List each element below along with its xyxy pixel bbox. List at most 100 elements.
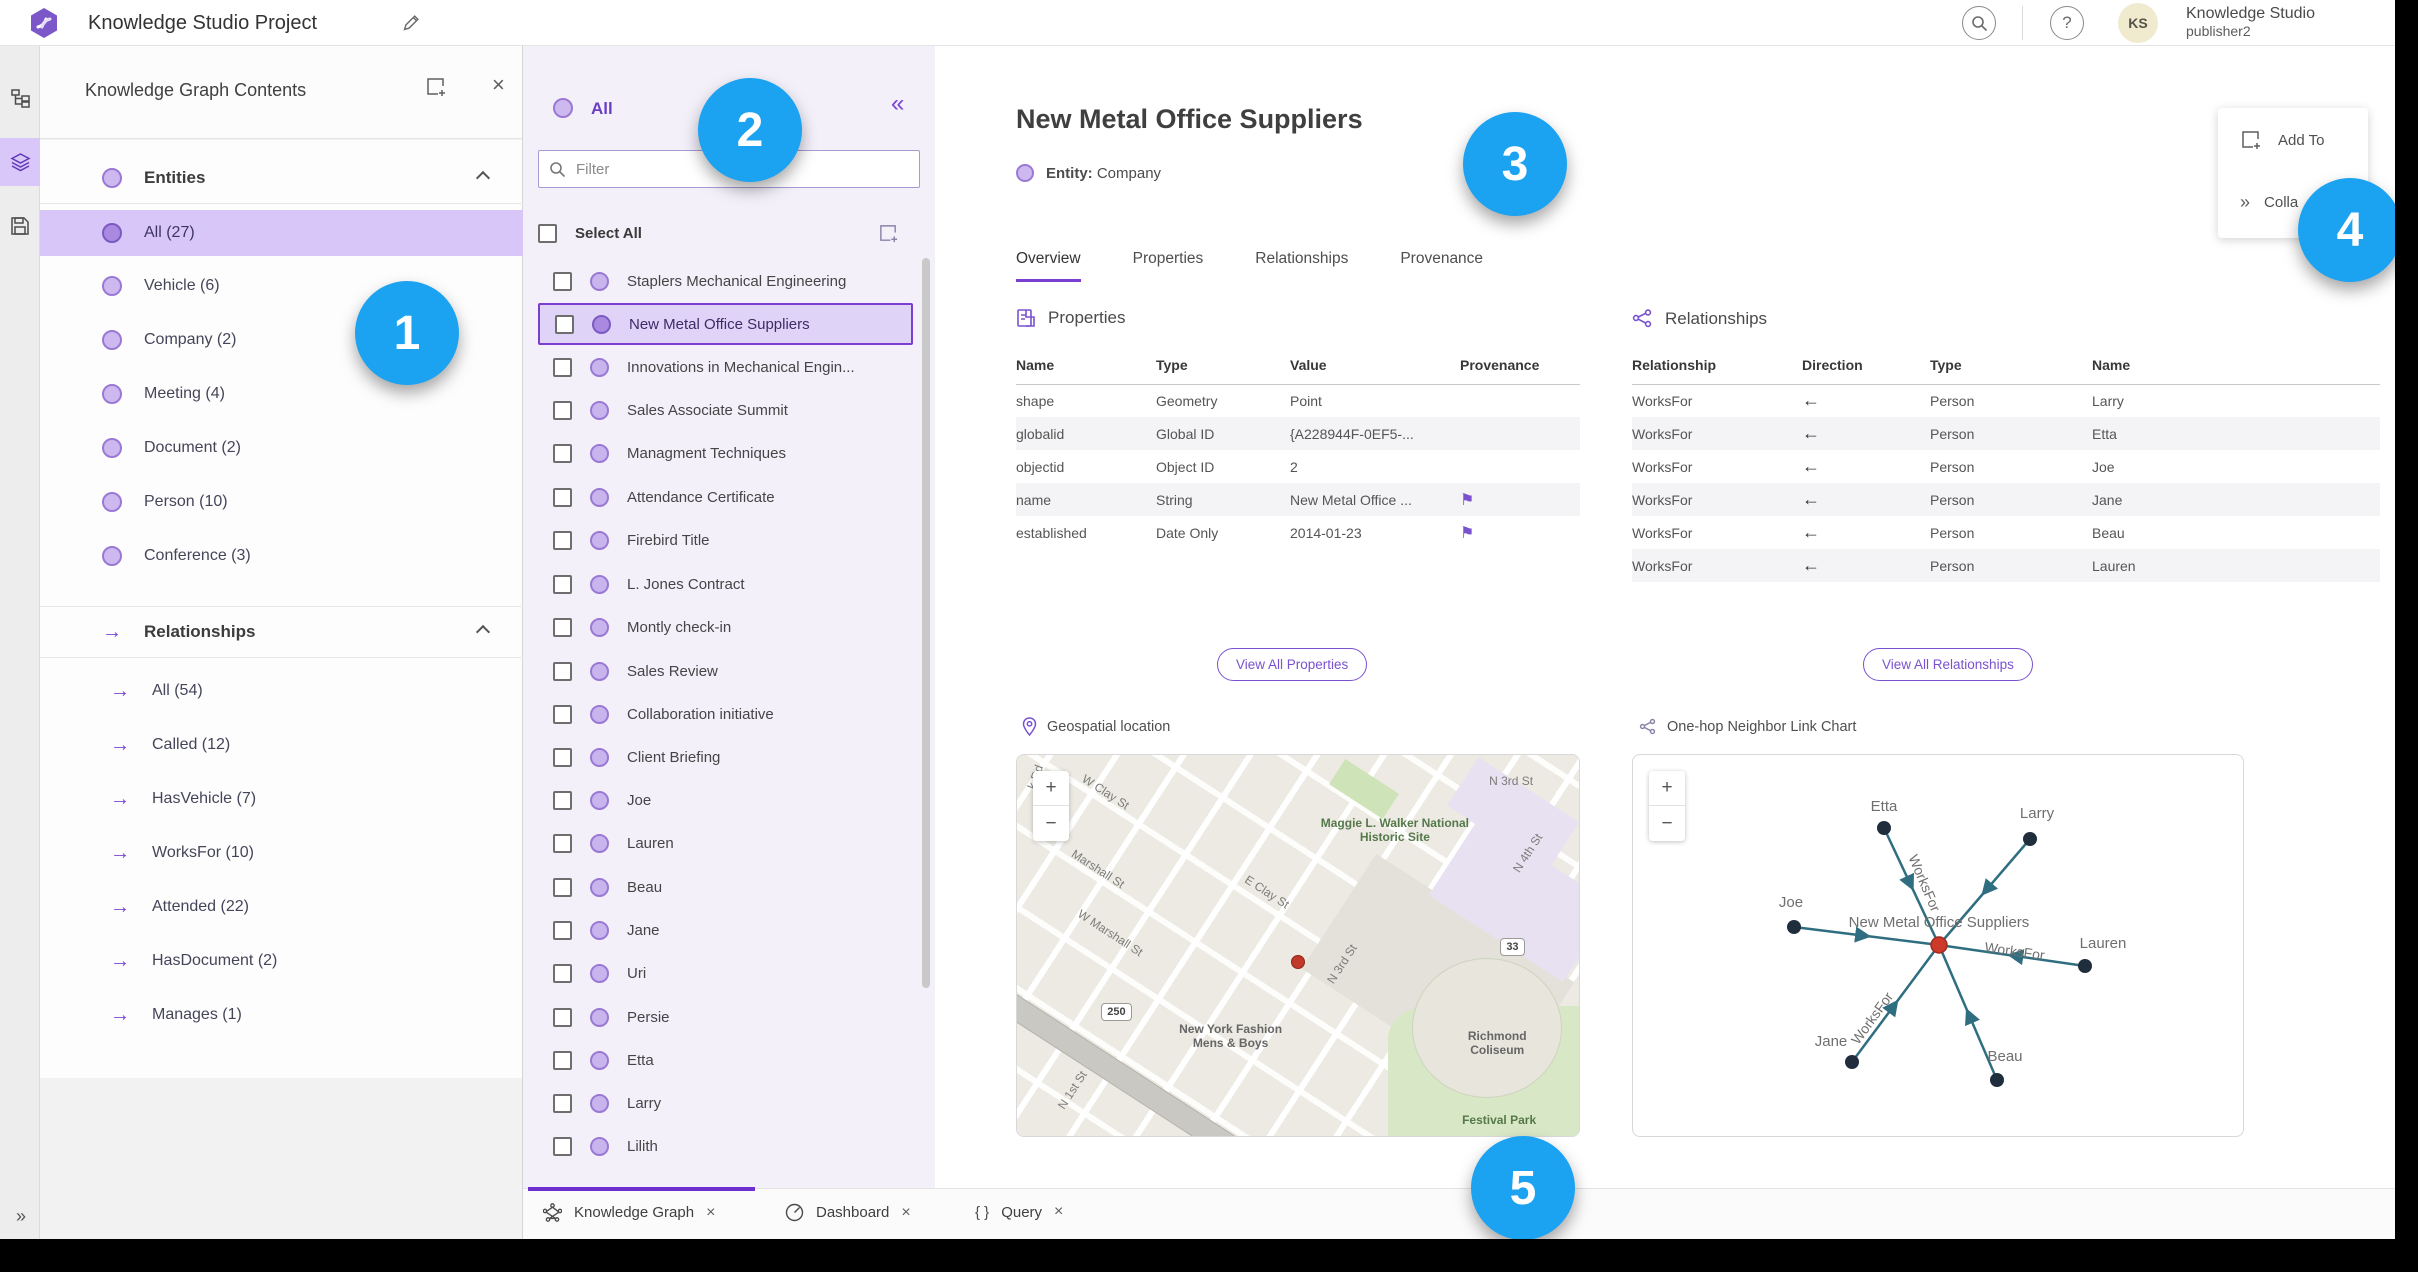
- tab-overview[interactable]: Overview: [1016, 250, 1081, 282]
- entity-link[interactable]: Beau: [2092, 516, 2380, 549]
- collapse-list-panel-icon[interactable]: «: [891, 90, 904, 118]
- tab-relationships[interactable]: Relationships: [1255, 250, 1348, 282]
- relationships-section-header[interactable]: → Relationships: [40, 606, 523, 658]
- item-checkbox[interactable]: [553, 661, 572, 681]
- sidebar-item-attended[interactable]: → Attended (22): [40, 884, 523, 930]
- entity-link[interactable]: Lauren: [2092, 549, 2380, 582]
- close-tab-icon[interactable]: ×: [706, 1204, 715, 1222]
- list-item[interactable]: Innovations in Mechanical Engin...: [538, 346, 913, 388]
- entity-link[interactable]: Etta: [2092, 417, 2380, 450]
- add-selection-to-map-icon[interactable]: [878, 223, 899, 244]
- list-item[interactable]: Collaboration initiative: [538, 693, 913, 735]
- sidebar-item-entities-all[interactable]: All (27): [40, 210, 523, 256]
- list-item[interactable]: Joe: [538, 779, 913, 821]
- item-checkbox[interactable]: [553, 833, 572, 853]
- item-checkbox[interactable]: [553, 963, 572, 983]
- item-checkbox[interactable]: [553, 1007, 572, 1027]
- relationship-link[interactable]: WorksFor: [1632, 516, 1802, 549]
- add-to-new-icon[interactable]: [425, 76, 447, 98]
- sidebar-item-called[interactable]: → Called (12): [40, 722, 523, 768]
- zoom-in-button[interactable]: +: [1033, 771, 1069, 806]
- entities-section-header[interactable]: Entities: [40, 152, 523, 204]
- list-item[interactable]: Lilith: [538, 1125, 913, 1167]
- list-item[interactable]: Larry: [538, 1082, 913, 1124]
- expand-rail-button[interactable]: »: [0, 1196, 40, 1236]
- sidebar-item-worksfor[interactable]: → WorksFor (10): [40, 830, 523, 876]
- item-checkbox[interactable]: [553, 443, 572, 463]
- link-chart-canvas[interactable]: Etta Larry Joe Lauren Jane Beau New Meta…: [1633, 755, 2244, 1137]
- sidebar-item-vehicle[interactable]: Vehicle (6): [40, 263, 523, 309]
- item-checkbox[interactable]: [553, 877, 572, 897]
- node-beau[interactable]: [1990, 1073, 2004, 1087]
- close-tab-icon[interactable]: ×: [1054, 1203, 1063, 1221]
- item-checkbox[interactable]: [553, 530, 572, 550]
- list-item[interactable]: Sales Associate Summit: [538, 389, 913, 431]
- list-item[interactable]: Firebird Title: [538, 519, 913, 561]
- relationship-link[interactable]: WorksFor: [1632, 549, 1802, 582]
- contents-tool-button[interactable]: [0, 138, 40, 186]
- list-item[interactable]: Sales Review: [538, 650, 913, 692]
- sidebar-item-document[interactable]: Document (2): [40, 425, 523, 471]
- list-item[interactable]: Managment Techniques: [538, 432, 913, 474]
- item-checkbox[interactable]: [553, 747, 572, 767]
- item-checkbox[interactable]: [553, 704, 572, 724]
- sidebar-item-person[interactable]: Person (10): [40, 479, 523, 525]
- avatar[interactable]: KS: [2118, 3, 2158, 43]
- list-item[interactable]: Lauren: [538, 822, 913, 864]
- list-scrollbar[interactable]: [922, 258, 930, 988]
- map-canvas[interactable]: k Rd W Clay St N 3rd St Maggie L. Walker…: [1017, 755, 1579, 1136]
- relationship-link[interactable]: WorksFor: [1632, 450, 1802, 483]
- provenance-flag-icon[interactable]: ⚑: [1460, 525, 1474, 542]
- list-item[interactable]: L. Jones Contract: [538, 563, 913, 605]
- list-item[interactable]: Client Briefing: [538, 736, 913, 778]
- view-all-relationships-button[interactable]: View All Relationships: [1863, 648, 2033, 681]
- relationship-link[interactable]: WorksFor: [1632, 417, 1802, 450]
- list-item[interactable]: Persie: [538, 996, 913, 1038]
- provenance-flag-icon[interactable]: ⚑: [1460, 492, 1474, 509]
- list-item[interactable]: Jane: [538, 909, 913, 951]
- sidebar-item-rel-all[interactable]: → All (54): [40, 668, 523, 714]
- item-checkbox[interactable]: [553, 790, 572, 810]
- node-lauren[interactable]: [2078, 959, 2092, 973]
- item-checkbox[interactable]: [553, 617, 572, 637]
- item-checkbox[interactable]: [553, 357, 572, 377]
- collapse-relationships-icon[interactable]: [475, 624, 491, 640]
- sidebar-item-meeting[interactable]: Meeting (4): [40, 371, 523, 417]
- list-item-selected[interactable]: New Metal Office Suppliers: [538, 303, 913, 345]
- add-to-menu-item[interactable]: Add To: [2218, 118, 2368, 162]
- entity-link[interactable]: Joe: [2092, 450, 2380, 483]
- list-item[interactable]: Etta: [538, 1039, 913, 1081]
- node-jane[interactable]: [1845, 1055, 1859, 1069]
- help-button[interactable]: ?: [2050, 6, 2084, 40]
- node-larry[interactable]: [2023, 832, 2037, 846]
- tab-query[interactable]: { } Query ×: [975, 1203, 1063, 1221]
- zoom-in-button[interactable]: +: [1649, 771, 1685, 806]
- close-panel-icon[interactable]: ×: [492, 72, 505, 98]
- collapse-entities-icon[interactable]: [475, 170, 491, 185]
- schema-tool-button[interactable]: [0, 74, 40, 122]
- item-checkbox[interactable]: [555, 314, 574, 334]
- close-tab-icon[interactable]: ×: [901, 1204, 910, 1222]
- tab-dashboard[interactable]: Dashboard ×: [785, 1203, 911, 1222]
- item-checkbox[interactable]: [553, 920, 572, 940]
- entity-link[interactable]: Larry: [2092, 384, 2380, 417]
- node-joe[interactable]: [1787, 920, 1801, 934]
- sidebar-item-manages[interactable]: → Manages (1): [40, 992, 523, 1038]
- select-all-checkbox[interactable]: [538, 223, 557, 243]
- edit-title-icon[interactable]: [400, 12, 422, 34]
- list-item[interactable]: Attendance Certificate: [538, 476, 913, 518]
- select-all-row[interactable]: Select All: [538, 212, 913, 254]
- search-button[interactable]: [1962, 6, 1996, 40]
- item-checkbox[interactable]: [553, 1136, 572, 1156]
- item-checkbox[interactable]: [553, 271, 572, 291]
- list-item[interactable]: Montly check-in: [538, 606, 913, 648]
- sidebar-item-conference[interactable]: Conference (3): [40, 533, 523, 579]
- item-checkbox[interactable]: [553, 1093, 572, 1113]
- tab-knowledge-graph[interactable]: Knowledge Graph ×: [543, 1203, 715, 1222]
- item-checkbox[interactable]: [553, 487, 572, 507]
- item-checkbox[interactable]: [553, 400, 572, 420]
- list-item[interactable]: Staplers Mechanical Engineering: [538, 260, 913, 302]
- view-all-properties-button[interactable]: View All Properties: [1217, 648, 1368, 681]
- relationship-link[interactable]: WorksFor: [1632, 483, 1802, 516]
- item-checkbox[interactable]: [553, 1050, 572, 1070]
